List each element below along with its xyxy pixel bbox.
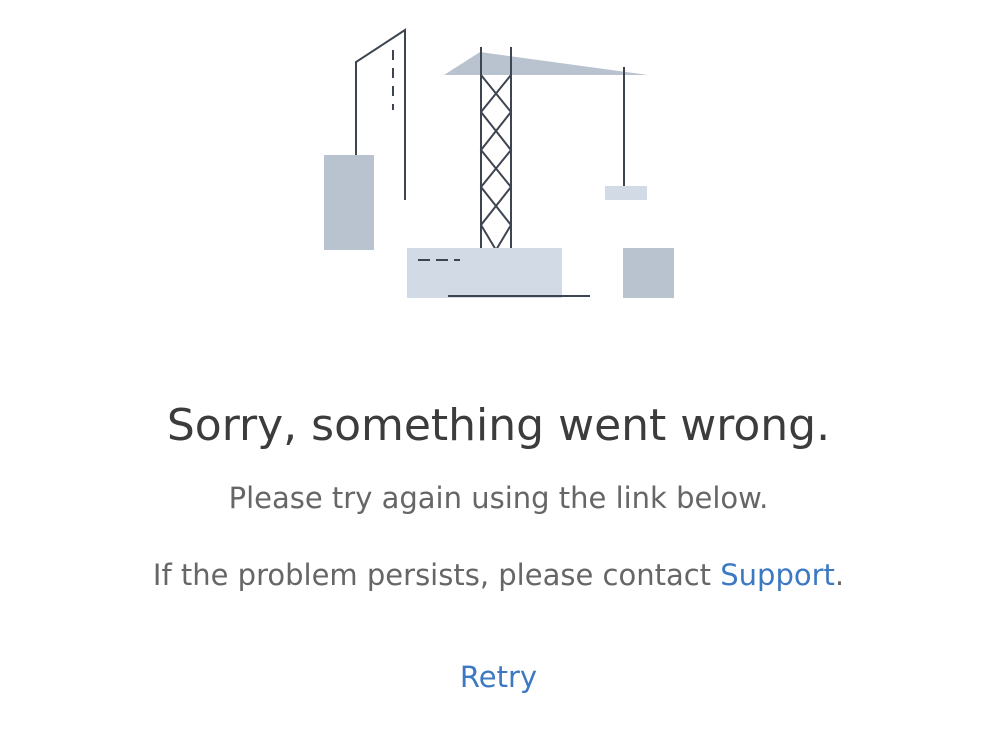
crane-tower-lattice [479, 74, 513, 251]
error-message: Please try again using the link below. [228, 481, 769, 515]
contact-suffix: . [834, 558, 845, 592]
crane-base [407, 248, 562, 298]
construction-crane-illustration [0, 0, 997, 320]
right-block [623, 248, 674, 298]
crane-load [605, 186, 647, 200]
retry-button[interactable]: Retry [454, 660, 543, 694]
contact-support-text: If the problem persists, please contact … [0, 555, 997, 595]
construction-illustration-svg [324, 28, 674, 298]
error-heading: Sorry, something went wrong. [166, 400, 831, 451]
support-link[interactable]: Support [720, 558, 835, 592]
crane-tower-lattice-2 [479, 74, 513, 251]
retry-container: Retry [0, 660, 997, 702]
crane-jib [444, 52, 648, 75]
contact-prefix: If the problem persists, please contact [152, 558, 721, 592]
left-building-block [324, 155, 374, 250]
